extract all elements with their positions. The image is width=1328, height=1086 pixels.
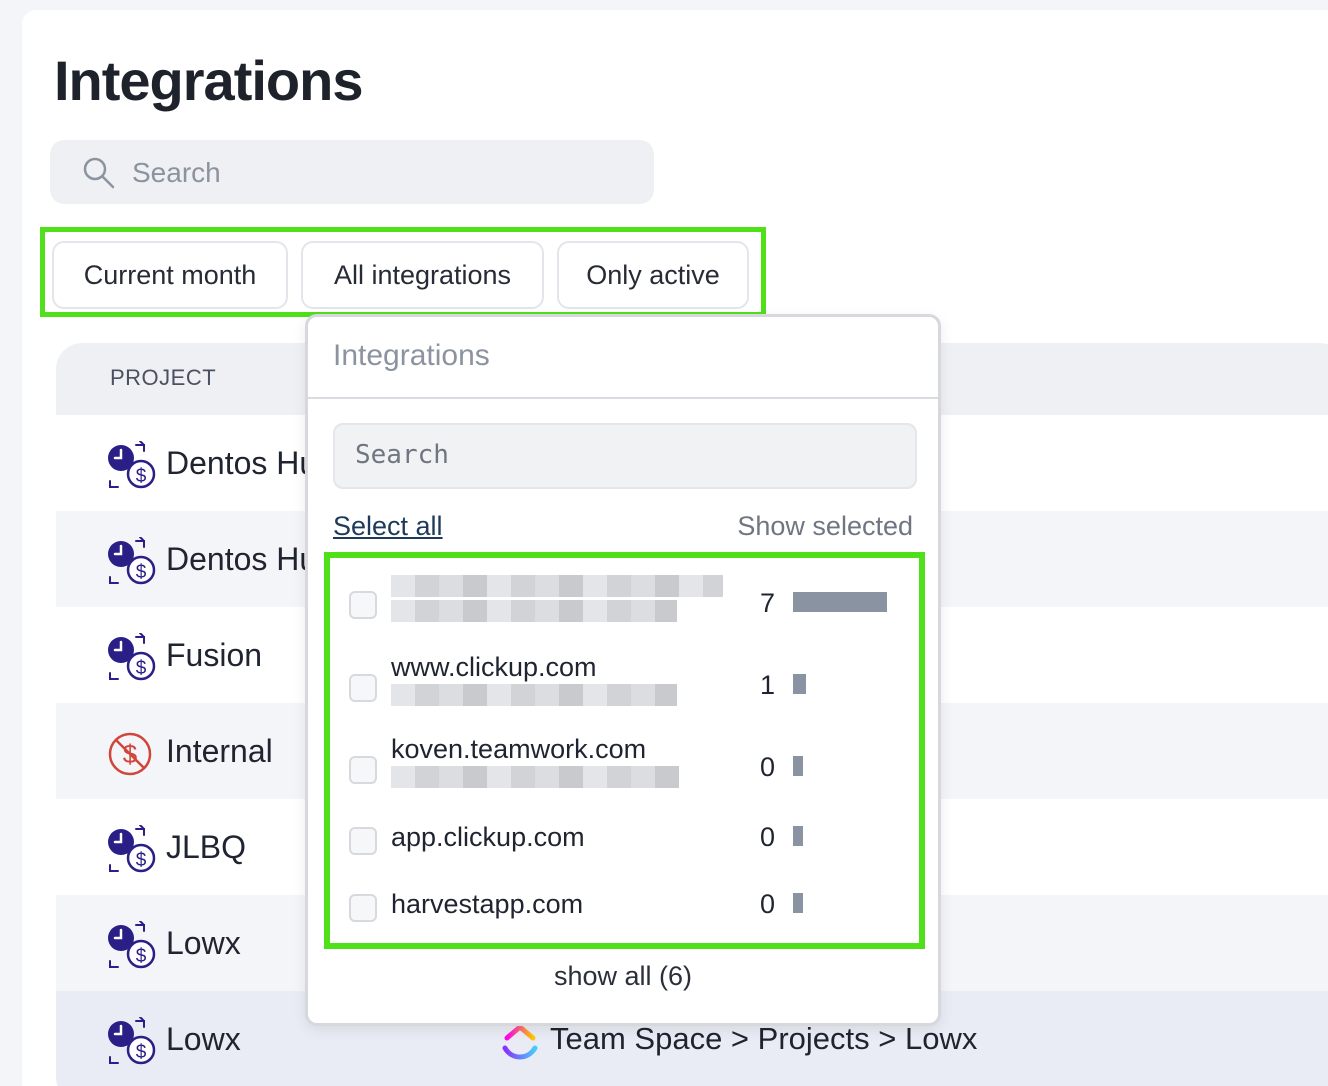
redacted-text [391,684,677,706]
project-name: Lowx [166,1021,241,1057]
clock-dollar-icon: $ [108,537,156,585]
list-item[interactable]: app.clickup.com 0 [330,806,919,874]
search-input[interactable]: Search [50,140,654,204]
list-item[interactable]: 7 [330,558,919,642]
project-name: Fusion [166,637,263,673]
clock-dollar-icon: $ [108,441,156,489]
item-name: app.clickup.com [391,822,585,852]
item-count: 7 [760,588,776,618]
dropdown-title: Integrations [333,339,490,372]
checkbox[interactable] [349,827,377,855]
clock-dollar-icon: $ [108,1017,156,1065]
redacted-text [391,600,677,622]
item-name: harvestapp.com [391,889,584,919]
all-integrations-filter[interactable]: All integrations [301,241,544,309]
integration-list: 7 www.clickup.com 1 koven.teamwork.com 0… [324,552,925,949]
item-name: koven.teamwork.com [391,734,647,764]
divider [308,397,938,399]
checkbox[interactable] [349,674,377,702]
redacted-text [391,575,723,597]
dropdown-search-input[interactable]: Search [333,423,917,489]
project-name: Internal [166,733,273,769]
project-column-header[interactable]: PROJECT [110,365,216,391]
current-month-filter[interactable]: Current month [52,241,288,309]
only-active-filter[interactable]: Only active [557,241,749,309]
item-count: 0 [760,752,776,782]
project-name: Lowx [166,925,241,961]
item-count: 0 [760,822,776,852]
count-bar [793,674,806,694]
integrations-dropdown: Integrations Search Select all Show sele… [305,314,941,1026]
svg-text:$: $ [136,658,147,679]
count-bar [793,592,887,612]
dropdown-search-placeholder: Search [355,440,449,470]
svg-text:$: $ [136,562,147,583]
svg-text:$: $ [136,850,147,871]
project-name: Dentos Hu [166,541,318,577]
clock-dollar-icon: $ [108,633,156,681]
count-bar [793,826,803,846]
svg-text:$: $ [136,1042,147,1063]
no-billing-icon: $ [108,732,152,776]
item-name: www.clickup.com [391,652,597,682]
show-selected-link[interactable]: Show selected [737,511,913,542]
project-name: JLBQ [166,829,247,865]
project-name: Dentos Hu [166,445,318,481]
svg-text:$: $ [136,946,147,967]
clock-dollar-icon: $ [108,825,156,873]
page-title: Integrations [54,49,363,112]
checkbox[interactable] [349,591,377,619]
search-icon [83,157,115,189]
clock-dollar-icon: $ [108,921,156,969]
list-item[interactable]: www.clickup.com 1 [330,642,919,724]
list-item[interactable]: harvestapp.com 0 [330,874,919,942]
item-count: 0 [760,889,776,919]
select-all-link[interactable]: Select all [333,511,443,542]
show-all-link[interactable]: show all (6) [308,961,938,992]
count-bar [793,893,803,913]
count-bar [793,756,803,776]
list-item[interactable]: koven.teamwork.com 0 [330,724,919,806]
item-count: 1 [760,670,776,700]
svg-text:$: $ [136,466,147,487]
redacted-text [391,766,679,788]
clickup-logo-icon [502,1024,538,1060]
checkbox[interactable] [349,756,377,784]
checkbox[interactable] [349,894,377,922]
integration-path: Team Space > Projects > Lowx [550,1021,978,1056]
search-placeholder: Search [132,157,221,188]
